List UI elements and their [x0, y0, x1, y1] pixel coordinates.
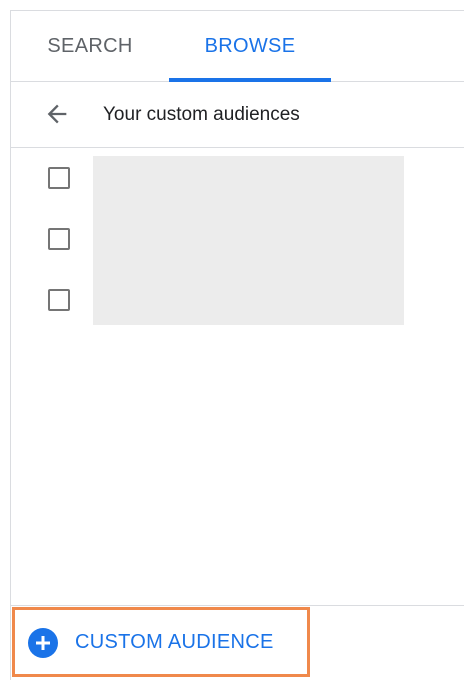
footer-divider	[11, 605, 464, 606]
add-circle-icon	[28, 628, 58, 658]
audience-checkbox-2[interactable]	[48, 228, 70, 250]
audience-checkbox-1[interactable]	[48, 167, 70, 189]
add-custom-audience-label: CUSTOM AUDIENCE	[75, 631, 274, 653]
browse-header: Your custom audiences	[11, 82, 464, 148]
tab-browse-label: BROWSE	[204, 35, 296, 57]
add-custom-audience-button[interactable]: CUSTOM AUDIENCE	[12, 607, 310, 677]
page-title: Your custom audiences	[103, 104, 300, 125]
back-button[interactable]	[39, 96, 75, 132]
audience-panel: SEARCH BROWSE Your custom audiences CUST…	[10, 10, 464, 680]
audience-list-placeholder	[93, 156, 404, 325]
tab-search[interactable]: SEARCH	[11, 11, 169, 82]
tab-bar: SEARCH BROWSE	[11, 11, 464, 82]
arrow-back-icon	[47, 104, 67, 124]
tab-browse[interactable]: BROWSE	[169, 11, 331, 82]
tab-search-label: SEARCH	[47, 35, 133, 57]
audience-checkbox-3[interactable]	[48, 289, 70, 311]
